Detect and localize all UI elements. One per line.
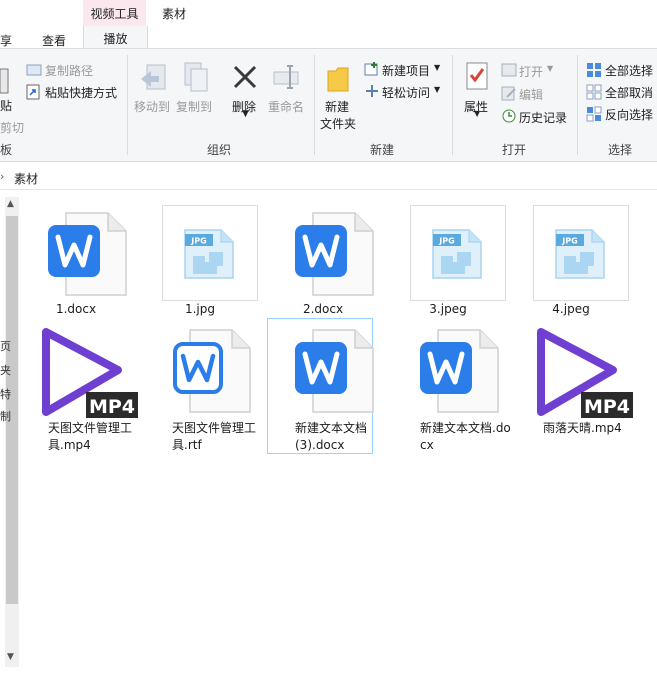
jpg-image-icon: JPG: [161, 204, 257, 304]
tab-share[interactable]: 享: [0, 32, 12, 49]
chevron-down-icon[interactable]: ▼: [474, 109, 480, 118]
invert-selection-button[interactable]: 反向选择: [605, 106, 653, 123]
svg-text:MP4: MP4: [584, 396, 630, 418]
select-all-icon: [587, 63, 601, 77]
svg-text:MP4: MP4: [89, 396, 135, 418]
new-folder-button[interactable]: 新建: [325, 98, 349, 115]
jpg-image-icon: JPG: [409, 204, 505, 304]
group-separator: [577, 55, 578, 155]
new-folder-label-line2: 文件夹: [320, 117, 357, 131]
chevron-down-icon[interactable]: ▼: [547, 64, 553, 73]
easy-access-button[interactable]: 轻松访问: [382, 84, 430, 101]
rename-icon: [273, 65, 299, 89]
open-icon: [501, 63, 517, 77]
nav-pane-fragment[interactable]: 制: [0, 408, 11, 424]
new-item-icon: [364, 62, 378, 76]
cut-button[interactable]: 剪切: [0, 119, 24, 136]
mp4-video-icon: MP4: [38, 324, 138, 428]
group-label-organize: 组织: [207, 143, 232, 157]
tab-view[interactable]: 查看: [42, 32, 66, 49]
copy-to-icon: [184, 62, 208, 92]
copy-to-button[interactable]: 复制到: [176, 98, 212, 115]
new-folder-icon: [327, 67, 349, 92]
group-label-new: 新建: [370, 143, 395, 157]
chevron-down-icon[interactable]: ▼: [434, 85, 440, 94]
edit-button[interactable]: 编辑: [519, 86, 543, 103]
word-document-icon: [293, 207, 377, 303]
chevron-down-icon[interactable]: ▼: [434, 63, 440, 72]
copy-path-button[interactable]: 复制路径: [45, 62, 93, 79]
move-to-icon: [141, 64, 166, 90]
nav-pane-fragment[interactable]: 页: [0, 338, 11, 354]
address-bar[interactable]: [0, 167, 657, 190]
history-icon: [502, 109, 516, 123]
word-document-icon: [46, 207, 130, 303]
group-separator: [452, 55, 453, 155]
ribbon-panel: 贴 复制路径 粘贴快捷方式 剪切 板 移动到 复制到 删除 ▼ 重命名 组织 新…: [0, 48, 657, 162]
select-none-icon: [586, 84, 602, 100]
file-name: 雨落天晴.mp4: [543, 421, 622, 435]
select-none-button[interactable]: 全部取消: [605, 84, 653, 101]
word-document-icon: [418, 324, 502, 420]
nav-pane-fragment[interactable]: 特: [0, 386, 11, 402]
rtf-document-icon: [170, 324, 254, 420]
group-separator: [314, 55, 315, 155]
group-label-clipboard: 板: [0, 143, 13, 157]
paste-shortcut-icon: [26, 84, 40, 100]
file-name: 1.docx: [55, 302, 97, 316]
svg-text:JPG: JPG: [438, 237, 454, 246]
rename-button[interactable]: 重命名: [268, 98, 304, 115]
tab-play[interactable]: 播放: [83, 26, 148, 48]
file-name: 新建文本文档(3).docx: [295, 421, 368, 452]
paste-button[interactable]: 贴: [0, 97, 12, 114]
chevron-right-icon[interactable]: ›: [0, 170, 4, 183]
group-label-open: 打开: [502, 143, 527, 157]
mp4-video-icon: MP4: [533, 324, 633, 428]
new-item-button[interactable]: 新建项目: [382, 62, 430, 79]
invert-selection-icon: [586, 106, 602, 122]
nav-pane-fragment[interactable]: 夹: [0, 362, 11, 378]
properties-icon: [466, 62, 488, 90]
chevron-down-icon[interactable]: ▼: [7, 652, 14, 662]
file-name: 4.jpeg: [552, 302, 590, 316]
delete-icon: [233, 65, 257, 89]
chevron-up-icon[interactable]: ▲: [7, 199, 14, 209]
file-name: 天图文件管理工具.rtf: [172, 421, 257, 452]
file-name: 2.docx: [302, 302, 344, 316]
file-name: 3.jpeg: [429, 302, 467, 316]
paste-shortcut-button[interactable]: 粘贴快捷方式: [45, 84, 117, 101]
history-button[interactable]: 历史记录: [519, 109, 567, 126]
word-document-icon: [293, 324, 377, 420]
contextual-group-title: 视频工具: [90, 7, 139, 21]
file-name: 新建文本文档.docx: [420, 421, 511, 452]
jpg-image-icon: JPG: [532, 204, 628, 304]
file-name: 1.jpg: [184, 302, 216, 316]
move-to-button[interactable]: 移动到: [134, 98, 170, 115]
svg-text:JPG: JPG: [190, 237, 206, 246]
file-name: 天图文件管理工具.mp4: [48, 421, 133, 452]
group-separator: [127, 55, 128, 155]
group-label-select: 选择: [608, 143, 633, 157]
open-button[interactable]: 打开: [519, 63, 543, 80]
copy-path-icon: [26, 64, 42, 76]
breadcrumb[interactable]: 素材: [14, 170, 38, 187]
easy-access-icon: [366, 85, 378, 97]
folder-title: 素材: [162, 7, 187, 21]
svg-text:JPG: JPG: [561, 237, 577, 246]
chevron-down-icon[interactable]: ▼: [242, 109, 249, 119]
select-all-button[interactable]: 全部选择: [605, 62, 653, 79]
edit-icon: [501, 86, 516, 101]
paste-icon: [0, 68, 9, 94]
